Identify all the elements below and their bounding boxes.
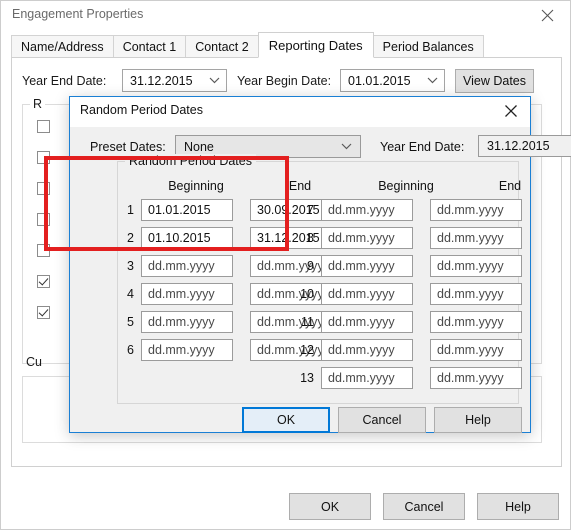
tab-contact-1[interactable]: Contact 1 xyxy=(112,35,187,58)
row-9-beginning-input[interactable]: dd.mm.yyyy xyxy=(321,255,413,277)
year-begin-date-value: 01.01.2015 xyxy=(348,73,411,88)
year-begin-date-combo[interactable]: 01.01.2015 xyxy=(340,69,445,92)
dialog-body: Preset Dates: None Year End Date: 31.12.… xyxy=(70,127,571,433)
random-period-dates-dialog: Random Period Dates Preset Dates: None Y… xyxy=(69,96,571,433)
row-4-beginning-input[interactable]: dd.mm.yyyy xyxy=(141,283,233,305)
dialog-year-end-date-label: Year End Date: xyxy=(380,140,465,154)
view-dates-button[interactable]: View Dates xyxy=(455,69,534,93)
tabstrip: Name/Address Contact 1 Contact 2 Reporti… xyxy=(11,32,484,58)
dialog-cancel-button[interactable]: Cancel xyxy=(338,407,426,433)
row-3-beginning-input[interactable]: dd.mm.yyyy xyxy=(141,255,233,277)
cu-label: Cu xyxy=(26,355,42,369)
left-col-beginning-header: Beginning xyxy=(168,179,224,193)
main-cancel-button[interactable]: Cancel xyxy=(383,493,465,520)
row-9-end-input[interactable]: dd.mm.yyyy xyxy=(430,255,522,277)
row-number-2: 2 xyxy=(127,231,134,245)
window-titlebar: Engagement Properties xyxy=(1,1,570,31)
tab-reporting-dates[interactable]: Reporting Dates xyxy=(257,32,374,58)
preset-dates-label: Preset Dates: xyxy=(90,140,166,154)
close-icon xyxy=(541,9,553,21)
row-13-end-input[interactable]: dd.mm.yyyy xyxy=(430,367,522,389)
row-number-10: 10 xyxy=(300,287,314,301)
row-10-end-input[interactable]: dd.mm.yyyy xyxy=(430,283,522,305)
row-number-12: 12 xyxy=(300,343,314,357)
option-checkbox-4[interactable] xyxy=(37,213,50,226)
row-2-beginning-input[interactable]: 01.10.2015 xyxy=(141,227,233,249)
option-checkbox-3[interactable] xyxy=(37,182,50,195)
dialog-close-button[interactable] xyxy=(495,99,527,123)
main-help-button[interactable]: Help xyxy=(477,493,559,520)
row-7-end-input[interactable]: dd.mm.yyyy xyxy=(430,199,522,221)
row-13-beginning-input[interactable]: dd.mm.yyyy xyxy=(321,367,413,389)
row-number-8: 8 xyxy=(307,231,314,245)
dialog-year-end-date-value-field: 31.12.2015 xyxy=(478,135,571,157)
option-checkbox-7[interactable] xyxy=(37,306,50,319)
chevron-down-icon xyxy=(209,70,220,91)
dialog-ok-button[interactable]: OK xyxy=(242,407,330,433)
chevron-down-icon xyxy=(427,70,438,91)
row-7-beginning-input[interactable]: dd.mm.yyyy xyxy=(321,199,413,221)
row-12-end-input[interactable]: dd.mm.yyyy xyxy=(430,339,522,361)
row-8-end-input[interactable]: dd.mm.yyyy xyxy=(430,227,522,249)
dialog-titlebar: Random Period Dates xyxy=(70,97,530,127)
row-11-beginning-input[interactable]: dd.mm.yyyy xyxy=(321,311,413,333)
row-10-beginning-input[interactable]: dd.mm.yyyy xyxy=(321,283,413,305)
year-begin-date-label: Year Begin Date: xyxy=(237,74,332,88)
row-5-beginning-input[interactable]: dd.mm.yyyy xyxy=(141,311,233,333)
year-end-date-label: Year End Date: xyxy=(22,74,107,88)
right-col-end-header: End xyxy=(498,179,522,193)
row-12-beginning-input[interactable]: dd.mm.yyyy xyxy=(321,339,413,361)
row-number-13: 13 xyxy=(300,371,314,385)
row-11-end-input[interactable]: dd.mm.yyyy xyxy=(430,311,522,333)
year-end-date-value: 31.12.2015 xyxy=(130,73,193,88)
chevron-down-icon xyxy=(341,136,352,157)
row-number-9: 9 xyxy=(307,259,314,273)
dialog-year-end-date-value: 31.12.2015 xyxy=(487,139,550,153)
window-title: Engagement Properties xyxy=(12,7,144,21)
row-number-6: 6 xyxy=(127,343,134,357)
window-close-button[interactable] xyxy=(530,3,564,27)
tab-period-balances[interactable]: Period Balances xyxy=(372,35,484,58)
row-number-11: 11 xyxy=(301,315,314,329)
dialog-help-button[interactable]: Help xyxy=(434,407,522,433)
tab-contact-2[interactable]: Contact 2 xyxy=(185,35,259,58)
option-checkbox-1[interactable] xyxy=(37,120,50,133)
option-checkbox-5[interactable] xyxy=(37,244,50,257)
close-icon xyxy=(505,105,517,117)
row-number-4: 4 xyxy=(127,287,134,301)
dialog-title: Random Period Dates xyxy=(80,103,203,117)
year-end-date-combo[interactable]: 31.12.2015 xyxy=(122,69,227,92)
row-6-beginning-input[interactable]: dd.mm.yyyy xyxy=(141,339,233,361)
reporting-options-groupbox-title: R xyxy=(30,97,46,111)
row-1-beginning-input[interactable]: 01.01.2015 xyxy=(141,199,233,221)
row-number-1: 1 xyxy=(127,203,134,217)
tab-name-address[interactable]: Name/Address xyxy=(11,35,114,58)
option-checkbox-6[interactable] xyxy=(37,275,50,288)
row-number-5: 5 xyxy=(127,315,134,329)
row-number-7: 7 xyxy=(307,203,314,217)
row-8-beginning-input[interactable]: dd.mm.yyyy xyxy=(321,227,413,249)
option-checkbox-2[interactable] xyxy=(37,151,50,164)
preset-dates-value: None xyxy=(184,139,214,154)
main-ok-button[interactable]: OK xyxy=(289,493,371,520)
random-period-dates-groupbox-title: Random Period Dates xyxy=(125,154,256,168)
screenshot-root: Engagement Properties Name/Address Conta… xyxy=(0,0,571,530)
row-number-3: 3 xyxy=(127,259,134,273)
